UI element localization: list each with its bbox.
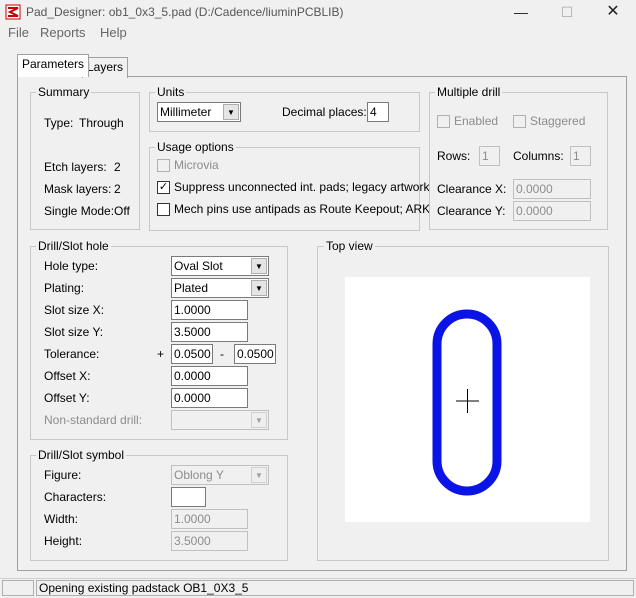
columns-field[interactable]: 1 — [570, 146, 591, 166]
figure-label: Figure: — [44, 468, 82, 482]
offset-x-label: Offset X: — [44, 369, 91, 383]
symbol-width-label: Width: — [44, 512, 79, 526]
rows-field[interactable]: 1 — [479, 146, 500, 166]
characters-label: Characters: — [44, 490, 107, 504]
figure-select[interactable]: Oblong Y ▼ — [171, 465, 269, 485]
mask-layers-label: Mask layers: — [44, 182, 112, 196]
tolerance-minus-field[interactable]: 0.0500 — [234, 344, 276, 364]
figure-select-value: Oblong Y — [174, 468, 224, 482]
top-view-canvas[interactable] — [345, 277, 590, 522]
menu-help[interactable]: Help — [100, 25, 127, 40]
mask-layers-value: 2 — [114, 182, 121, 196]
offset-x-field[interactable]: 0.0000 — [171, 366, 248, 386]
symbol-height-field[interactable]: 3.5000 — [171, 531, 248, 551]
decimal-places-field[interactable]: 4 — [367, 102, 389, 122]
chevron-down-icon[interactable]: ▼ — [251, 280, 267, 296]
window-title: Pad_Designer: ob1_0x3_5.pad (D:/Cadence/… — [26, 5, 344, 19]
multiple-drill-enabled-checkbox[interactable] — [437, 115, 450, 128]
tolerance-plus-field[interactable]: 0.0500 — [171, 344, 213, 364]
hole-type-select[interactable]: Oval Slot ▼ — [171, 256, 269, 276]
mech-pins-label: Mech pins use antipads as Route Keepout;… — [174, 202, 431, 216]
staggered-checkbox[interactable] — [513, 115, 526, 128]
non-standard-drill-select[interactable]: ▼ — [171, 410, 269, 430]
tolerance-label: Tolerance: — [44, 347, 100, 361]
symbol-width-field[interactable]: 1.0000 — [171, 509, 248, 529]
type-label: Type: — [44, 116, 74, 130]
slot-size-y-label: Slot size Y: — [44, 325, 104, 339]
slot-size-x-label: Slot size X: — [44, 303, 105, 317]
chevron-down-icon[interactable]: ▼ — [251, 258, 267, 274]
clearance-x-field[interactable]: 0.0000 — [513, 179, 591, 199]
tolerance-minus-sign: - — [220, 347, 224, 361]
units-select[interactable]: Millimeter ▼ — [157, 102, 241, 122]
status-message: Opening existing padstack OB1_0X3_5 — [36, 580, 634, 596]
menu-reports[interactable]: Reports — [40, 25, 86, 40]
slot-size-x-field[interactable]: 1.0000 — [171, 300, 248, 320]
mech-pins-checkbox[interactable] — [157, 203, 170, 216]
characters-field[interactable] — [171, 487, 206, 507]
non-standard-drill-label: Non-standard drill: — [44, 413, 143, 427]
single-mode-label: Single Mode: — [44, 204, 115, 218]
etch-layers-label: Etch layers: — [44, 160, 107, 174]
hole-type-label: Hole type: — [44, 259, 99, 273]
multiple-drill-enabled-label: Enabled — [454, 114, 499, 128]
plating-label: Plating: — [44, 281, 85, 295]
decimal-places-label: Decimal places: — [282, 105, 367, 119]
units-title: Units — [155, 85, 187, 99]
drill-slot-symbol-title: Drill/Slot symbol — [36, 448, 127, 462]
units-select-value: Millimeter — [160, 105, 212, 119]
symbol-height-label: Height: — [44, 534, 83, 548]
columns-label: Columns: — [513, 149, 564, 163]
rows-label: Rows: — [437, 149, 471, 163]
etch-layers-value: 2 — [114, 160, 121, 174]
drill-slot-hole-title: Drill/Slot hole — [36, 239, 111, 253]
clearance-y-field[interactable]: 0.0000 — [513, 201, 591, 221]
plating-select-value: Plated — [174, 281, 209, 295]
staggered-label: Staggered — [530, 114, 586, 128]
suppress-unconnected-checkbox[interactable]: ✓ — [157, 181, 170, 194]
maximize-button[interactable]: ☐ — [544, 0, 590, 24]
single-mode-value: Off — [114, 204, 130, 218]
multiple-drill-title: Multiple drill — [435, 85, 503, 99]
status-pane-left — [2, 580, 34, 596]
offset-y-label: Offset Y: — [44, 391, 90, 405]
chevron-down-icon[interactable]: ▼ — [251, 467, 267, 483]
menu-file[interactable]: File — [8, 25, 29, 40]
offset-y-field[interactable]: 0.0000 — [171, 388, 248, 408]
minimize-button[interactable]: — — [498, 0, 544, 24]
tolerance-plus-sign: + — [157, 347, 165, 361]
slot-size-y-field[interactable]: 3.5000 — [171, 322, 248, 342]
top-view-title: Top view — [324, 239, 375, 253]
tab-parameters[interactable]: Parameters — [17, 54, 90, 77]
suppress-unconnected-label: Suppress unconnected int. pads; legacy a… — [174, 180, 430, 194]
summary-title: Summary — [36, 85, 92, 99]
microvia-checkbox[interactable] — [157, 159, 170, 172]
chevron-down-icon[interactable]: ▼ — [251, 412, 267, 428]
plating-select[interactable]: Plated ▼ — [171, 278, 269, 298]
close-button[interactable]: ✕ — [590, 0, 636, 24]
chevron-down-icon[interactable]: ▼ — [223, 104, 239, 120]
clearance-y-label: Clearance Y: — [437, 204, 506, 218]
microvia-label: Microvia — [174, 158, 219, 172]
pad-designer-app-icon — [5, 4, 21, 20]
clearance-x-label: Clearance X: — [437, 182, 507, 196]
type-value: Through — [79, 116, 124, 130]
hole-type-select-value: Oval Slot — [174, 259, 223, 273]
usage-options-title: Usage options — [155, 140, 236, 154]
